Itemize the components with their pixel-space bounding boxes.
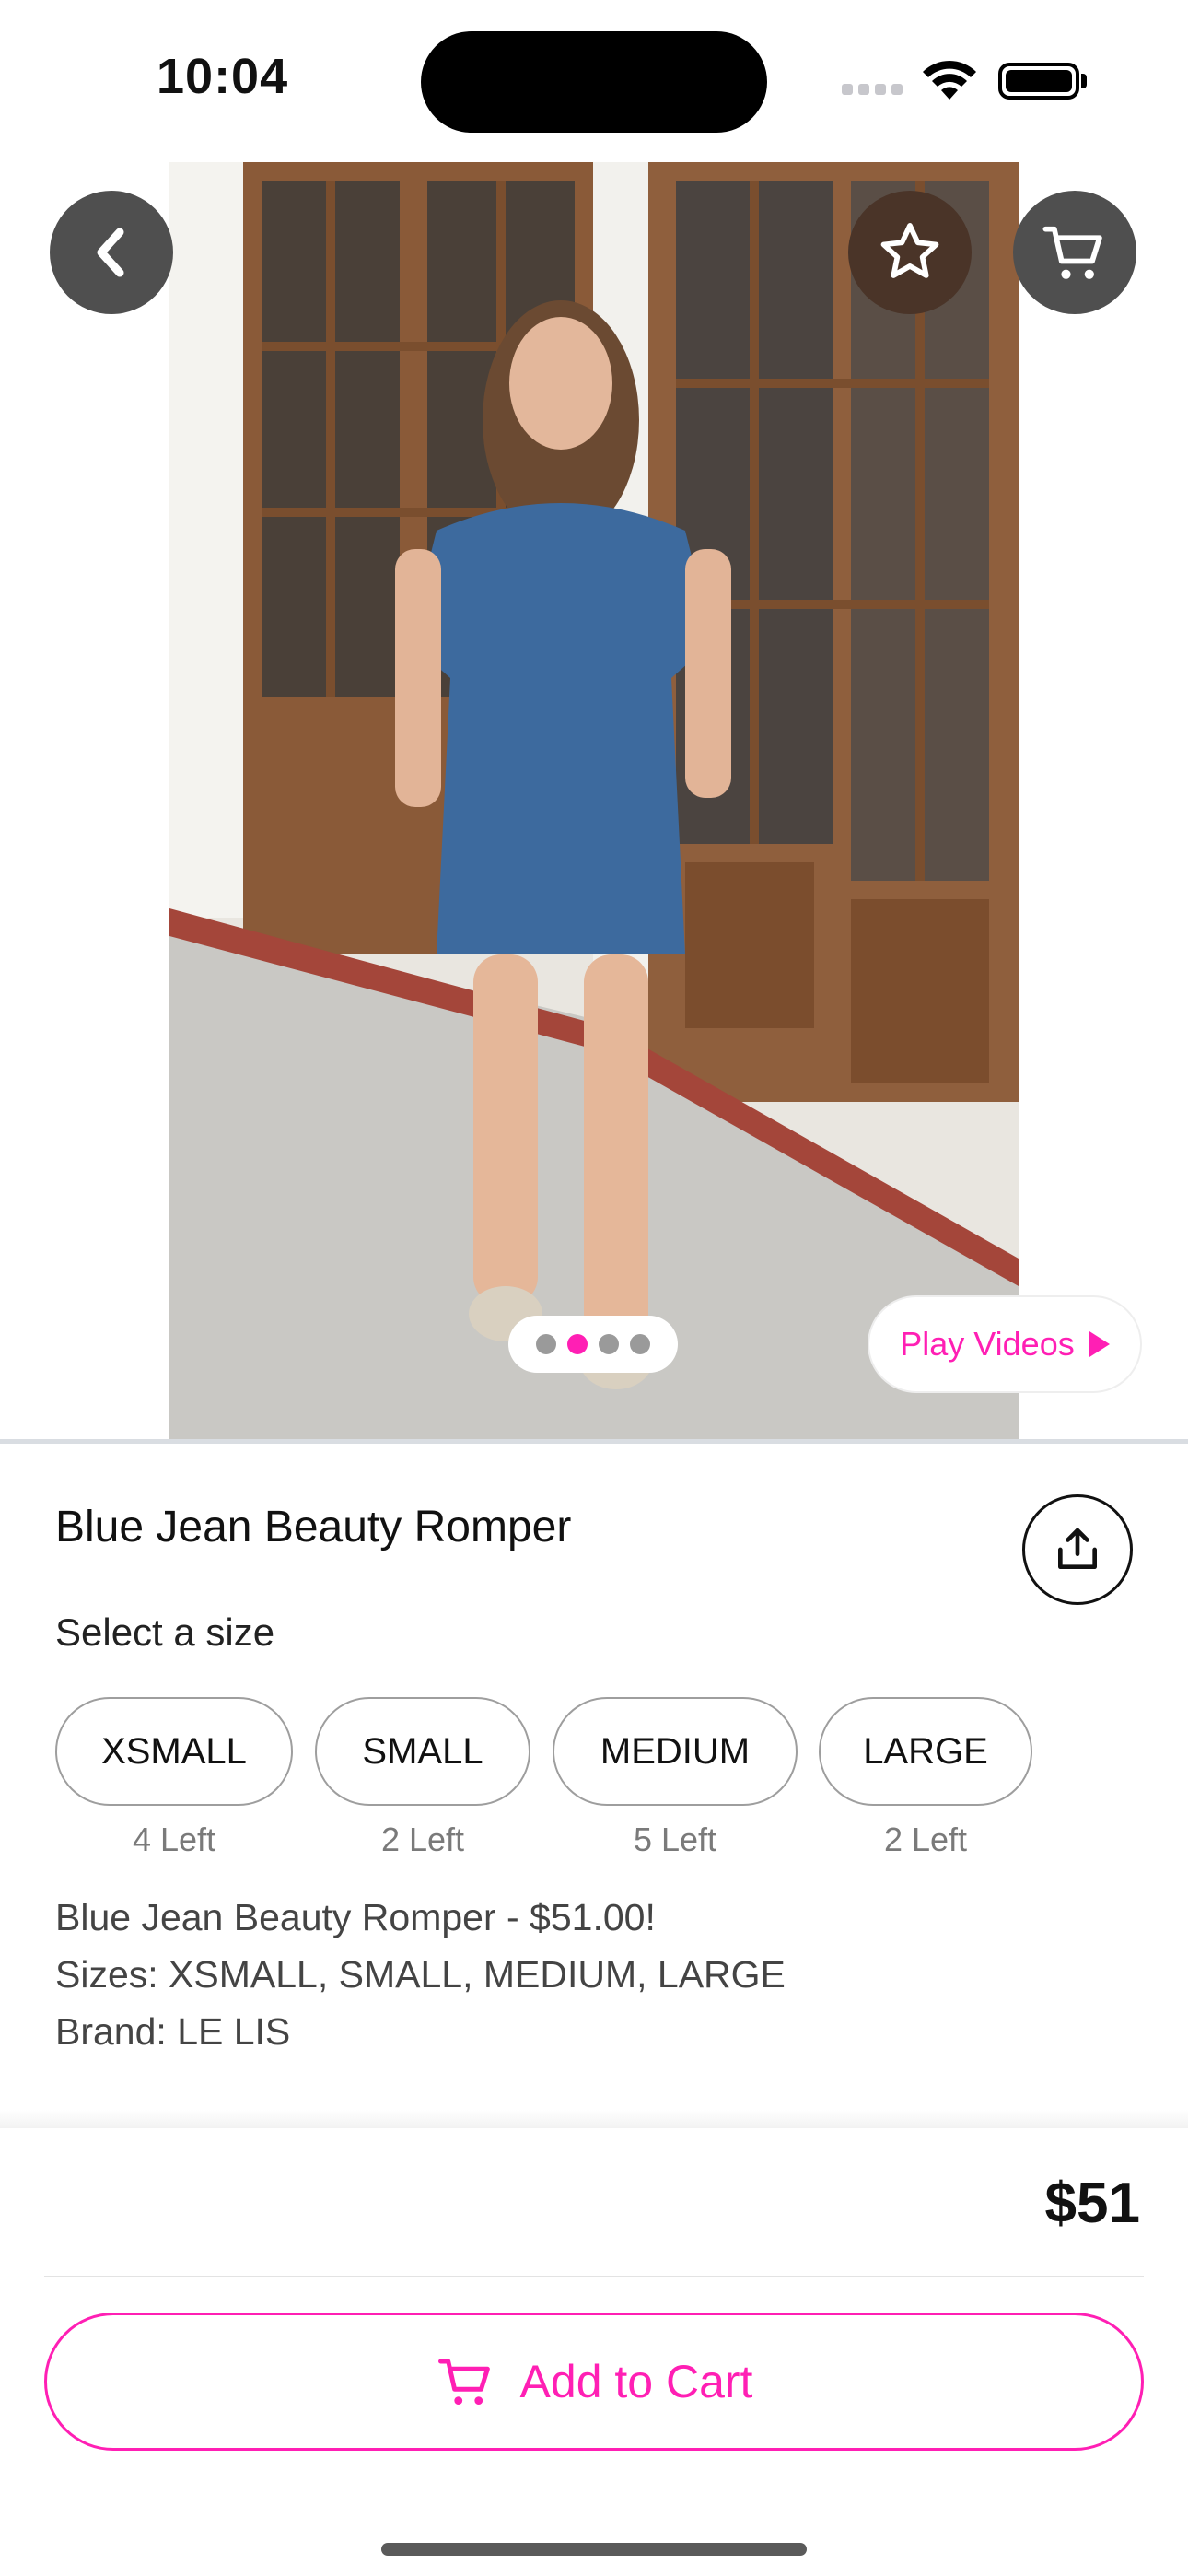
description-line: Blue Jean Beauty Romper - $51.00!	[55, 1896, 656, 1938]
home-indicator[interactable]	[381, 2543, 807, 2556]
back-chevron-icon	[97, 228, 124, 277]
status-time: 10:04	[157, 49, 289, 104]
size-stock-small: 2 Left	[380, 1821, 465, 1858]
add-to-cart-label: Add to Cart	[519, 2356, 753, 2407]
size-stock-xsmall: 4 Left	[132, 1821, 216, 1858]
pagination-dot[interactable]	[630, 1334, 650, 1354]
size-stock-medium: 5 Left	[633, 1821, 717, 1858]
select-size-label: Select a size	[55, 1610, 275, 1654]
pagination-dot[interactable]	[536, 1334, 556, 1354]
pagination-dot-active[interactable]	[567, 1334, 588, 1354]
size-option-small[interactable]: SMALL	[315, 1697, 530, 1806]
battery-tip	[1081, 74, 1087, 88]
cart-icon	[1042, 226, 1102, 279]
size-stock-large: 2 Left	[883, 1821, 968, 1858]
cellular-signal-icon	[842, 83, 908, 100]
share-button[interactable]	[1022, 1494, 1133, 1605]
size-option-medium[interactable]: MEDIUM	[553, 1697, 798, 1806]
divider	[44, 2276, 1144, 2277]
product-image-carousel[interactable]: Play Videos	[0, 162, 1188, 1439]
play-videos-button[interactable]: Play Videos	[868, 1295, 1142, 1393]
dynamic-island	[421, 31, 767, 133]
back-button[interactable]	[50, 191, 173, 314]
favorite-button[interactable]	[848, 191, 972, 314]
status-bar: 10:04	[0, 0, 1188, 162]
product-title: Blue Jean Beauty Romper	[55, 1503, 572, 1551]
price-label: $51	[1044, 2172, 1140, 2235]
play-icon	[1089, 1331, 1110, 1357]
description-line: Sizes: XSMALL, SMALL, MEDIUM, LARGE	[55, 1953, 786, 1996]
bottom-bar-shadow	[0, 2110, 1188, 2128]
description-line: Brand: LE LIS	[55, 2010, 291, 2053]
divider	[0, 1439, 1188, 1444]
product-photo[interactable]	[169, 162, 1019, 1439]
share-icon	[1058, 1528, 1097, 1569]
wifi-icon	[921, 59, 978, 106]
add-to-cart-button[interactable]: Add to Cart	[44, 2313, 1144, 2451]
carousel-pagination[interactable]	[508, 1316, 678, 1373]
star-icon	[880, 223, 939, 278]
play-videos-label: Play Videos	[900, 1325, 1075, 1363]
pagination-dot[interactable]	[599, 1334, 619, 1354]
cart-button[interactable]	[1013, 191, 1136, 314]
cart-outline-icon	[437, 2359, 490, 2406]
size-option-large[interactable]: LARGE	[819, 1697, 1032, 1806]
battery-icon	[998, 63, 1079, 100]
size-option-xsmall[interactable]: XSMALL	[55, 1697, 293, 1806]
